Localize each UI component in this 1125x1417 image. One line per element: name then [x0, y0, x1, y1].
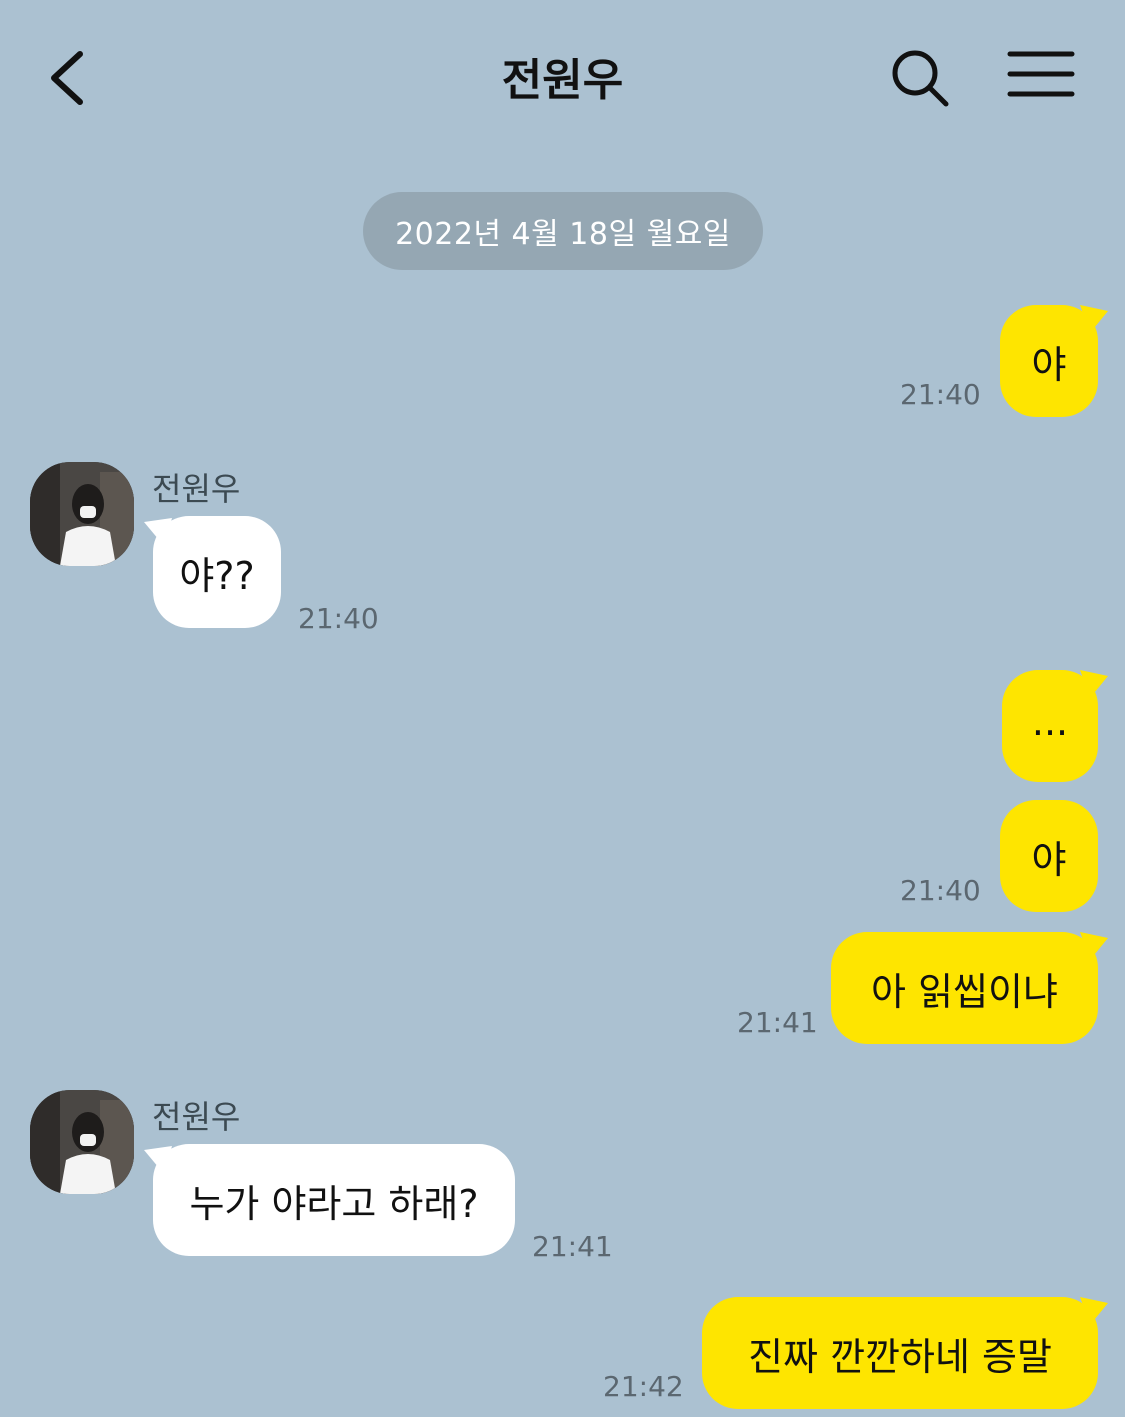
search-icon [892, 50, 949, 107]
bubble-tail [1080, 670, 1108, 698]
my-message-bubble[interactable]: 진짜 깐깐하네 증말 [702, 1297, 1098, 1409]
message-time: 21:42 [603, 1370, 684, 1403]
my-message-bubble[interactable]: 야 [1000, 800, 1098, 912]
message-time: 21:40 [900, 378, 981, 411]
bubble-tail [1080, 1297, 1108, 1325]
search-button[interactable] [888, 46, 952, 110]
avatar[interactable] [30, 462, 134, 566]
message-time: 21:40 [900, 874, 981, 907]
my-message-bubble[interactable]: 아 읽씹이냐 [831, 932, 1098, 1044]
message-time: 21:41 [532, 1230, 613, 1263]
message-time: 21:40 [298, 602, 379, 635]
their-message-bubble[interactable]: 누가 야라고 하래? [153, 1144, 515, 1256]
bubble-tail [1080, 932, 1108, 960]
menu-icon [1007, 51, 1075, 97]
chat-title: 전원우 [501, 55, 624, 106]
profile-photo [30, 1090, 134, 1194]
date-divider: 2022년 4월 18일 월요일 [363, 192, 763, 270]
their-message-bubble[interactable]: 야?? [153, 516, 281, 628]
chat-header: 전원우 [0, 0, 1125, 150]
avatar[interactable] [30, 1090, 134, 1194]
menu-button[interactable] [1006, 50, 1076, 102]
sender-name: 전원우 [152, 1098, 241, 1136]
message-time: 21:41 [737, 1006, 818, 1039]
sender-name: 전원우 [152, 470, 241, 508]
bubble-tail [1080, 305, 1108, 333]
profile-photo [30, 462, 134, 566]
